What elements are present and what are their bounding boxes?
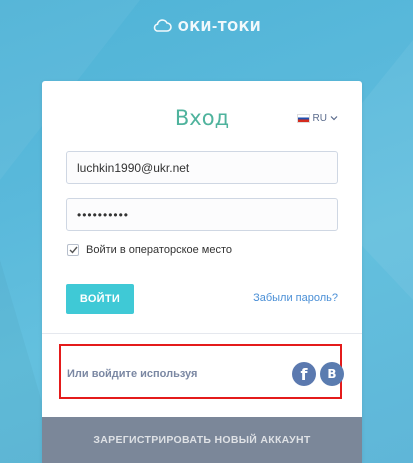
login-button[interactable]: ВОЙТИ	[66, 284, 134, 314]
login-card: Вход RU luchkin1990@ukr.net •••••••••• В…	[42, 81, 362, 463]
operator-checkbox-label: Войти в операторское место	[86, 244, 233, 256]
language-code: RU	[312, 113, 327, 124]
cloud-icon	[152, 18, 172, 37]
language-selector[interactable]: RU	[296, 113, 338, 124]
russia-flag-icon	[296, 114, 310, 123]
email-value: luchkin1990@ukr.net	[77, 160, 190, 175]
brand-logo: ОКИ-ТОКИ	[0, 18, 413, 37]
chevron-down-icon	[330, 113, 338, 124]
password-field[interactable]: ••••••••••	[66, 198, 338, 231]
facebook-icon[interactable]: f	[292, 362, 316, 386]
register-button[interactable]: ЗАРЕГИСТРИРОВАТЬ НОВЫЙ АККАУНТ	[42, 417, 362, 463]
operator-checkbox-row[interactable]: Войти в операторское место	[67, 244, 232, 256]
brand-name: ОКИ-ТОКИ	[177, 20, 262, 35]
vk-icon[interactable]: B	[320, 362, 344, 386]
password-value: ••••••••••	[77, 207, 130, 222]
email-field[interactable]: luchkin1990@ukr.net	[66, 151, 338, 184]
operator-checkbox[interactable]	[67, 244, 79, 256]
divider	[42, 333, 362, 334]
forgot-password-link[interactable]: Забыли пароль?	[253, 292, 338, 304]
social-login-prompt: Или войдите используя	[67, 368, 198, 380]
social-login-buttons: f B	[292, 362, 344, 386]
checkmark-icon	[69, 246, 78, 254]
